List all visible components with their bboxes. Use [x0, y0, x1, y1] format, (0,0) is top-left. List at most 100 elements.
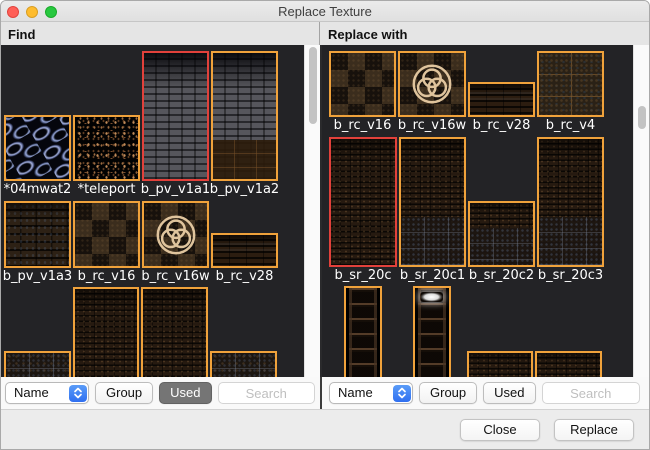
- texture-tile[interactable]: [210, 351, 277, 377]
- replace-controls: Name Group Used: [322, 377, 649, 409]
- texture-label: b_pv_v1a2: [210, 181, 279, 198]
- texture-row: [322, 286, 633, 377]
- texture-cell: *teleport: [73, 115, 140, 198]
- texture-label: b_sr_20c2: [469, 267, 534, 284]
- find-header: Find: [8, 27, 35, 42]
- texture-label: *teleport: [78, 181, 136, 198]
- texture-cell: b_rc_v4: [537, 51, 604, 134]
- texture-cell: [329, 286, 396, 377]
- chevron-up-down-icon: [69, 385, 87, 402]
- texture-label: b_rc_v16w: [398, 117, 466, 134]
- dialog-footer: Close Replace: [1, 409, 649, 449]
- texture-tile-b_sr_20c[interactable]: [329, 137, 397, 267]
- texture-cell: [535, 351, 602, 377]
- texture-tile[interactable]: [535, 351, 602, 377]
- texture-label: *04mwat2: [4, 181, 72, 198]
- title-bar[interactable]: Replace Texture: [1, 1, 649, 22]
- texture-tile[interactable]: [73, 287, 139, 377]
- find-grid: *04mwat2 *teleport b_pv_v1a1b_pv_v1a2 b_pv_…: [1, 45, 304, 377]
- texture-label: b_rc_v28: [473, 117, 531, 134]
- texture-row: b_pv_v1a3 b_rc_v16 b_rc_v16w b_rc_v28: [1, 201, 304, 285]
- texture-cell: *04mwat2: [4, 115, 71, 198]
- texture-tile-b_sr_20c2[interactable]: [468, 201, 535, 267]
- texture-tile-b_sr_20c1[interactable]: [399, 137, 466, 267]
- find-search-input[interactable]: [218, 382, 316, 404]
- texture-label: b_sr_20c1: [400, 267, 465, 284]
- replace-button[interactable]: Replace: [554, 419, 634, 441]
- texture-tile-b_rc_v16w[interactable]: [398, 51, 466, 117]
- find-sort-dropdown[interactable]: Name: [5, 382, 89, 404]
- find-controls: Name Group Used: [1, 377, 320, 409]
- texture-cell: b_rc_v28: [468, 82, 535, 134]
- texture-cell: b_rc_v16: [329, 51, 396, 134]
- panel-headers: Find Replace with: [1, 22, 649, 45]
- texture-row: b_sr_20c b_sr_20c1b_sr_20c2b_sr_20c3: [322, 137, 633, 284]
- texture-tile-b_pv_v1a1[interactable]: [142, 51, 209, 181]
- texture-tile-b_rc_v16w[interactable]: [142, 201, 209, 268]
- find-group-toggle[interactable]: Group: [95, 382, 153, 404]
- texture-cell: [73, 287, 139, 377]
- replace-grid: b_rc_v16 b_rc_v16w b_rc_v28 b_rc_v4 b_sr_20c…: [322, 45, 633, 377]
- texture-cell: [141, 287, 208, 377]
- texture-label: b_rc_v28: [216, 268, 274, 285]
- texture-tile-04mwat2[interactable]: [4, 115, 71, 181]
- find-scrollbar-thumb[interactable]: [309, 47, 317, 124]
- replace-group-toggle[interactable]: Group: [419, 382, 477, 404]
- texture-tile[interactable]: [344, 286, 382, 377]
- texture-tile[interactable]: [467, 351, 533, 377]
- texture-tile-b_rc_v4[interactable]: [537, 51, 604, 117]
- texture-label: b_sr_20c: [334, 267, 391, 284]
- replace-header: Replace with: [328, 27, 407, 42]
- texture-cell: b_pv_v1a1: [142, 51, 209, 198]
- replace-used-toggle[interactable]: Used: [483, 382, 535, 404]
- texture-tile[interactable]: [141, 287, 208, 377]
- main-area: *04mwat2 *teleport b_pv_v1a1b_pv_v1a2 b_pv_…: [1, 45, 649, 377]
- replace-scrollbar-thumb[interactable]: [638, 106, 646, 129]
- replace-sort-value: Name: [338, 385, 373, 400]
- texture-tile-b_sr_20c3[interactable]: [537, 137, 604, 267]
- texture-cell: b_sr_20c: [329, 137, 397, 284]
- texture-cell: b_sr_20c3: [537, 137, 604, 284]
- texture-label: b_pv_v1a1: [141, 181, 210, 198]
- replace-texture-dialog: Replace Texture Find Replace with *04mwa…: [0, 0, 650, 450]
- texture-cell: [398, 286, 465, 377]
- texture-label: b_rc_v16: [334, 117, 392, 134]
- texture-cell: b_pv_v1a2: [211, 51, 278, 198]
- chevron-up-down-icon: [393, 385, 411, 402]
- replace-search-input[interactable]: [542, 382, 641, 404]
- texture-tile[interactable]: [4, 351, 71, 377]
- filter-controls: Name Group Used Name Group Used: [1, 377, 649, 409]
- texture-tile[interactable]: [413, 286, 451, 377]
- header-divider: [319, 22, 320, 45]
- replace-scrollbar[interactable]: [633, 45, 649, 377]
- texture-row: [1, 287, 304, 377]
- replace-panel: b_rc_v16 b_rc_v16w b_rc_v28 b_rc_v4 b_sr_20c…: [322, 45, 649, 377]
- texture-label: b_sr_20c3: [538, 267, 603, 284]
- texture-tile-b_pv_v1a2[interactable]: [211, 51, 278, 181]
- texture-cell: b_rc_v16w: [142, 201, 209, 285]
- texture-cell: [467, 351, 533, 377]
- texture-label: b_rc_v16: [78, 268, 136, 285]
- texture-cell: b_rc_v16w: [398, 51, 466, 134]
- find-sort-value: Name: [14, 385, 49, 400]
- texture-label: b_rc_v16w: [141, 268, 209, 285]
- texture-tile-b_rc_v28[interactable]: [211, 233, 278, 268]
- texture-tile-b_rc_v28[interactable]: [468, 82, 535, 117]
- texture-row: b_rc_v16 b_rc_v16w b_rc_v28 b_rc_v4: [322, 51, 633, 134]
- find-scrollbar[interactable]: [304, 45, 320, 377]
- texture-tile-teleport[interactable]: [73, 115, 140, 181]
- texture-tile-b_pv_v1a3[interactable]: [4, 201, 71, 268]
- texture-row: *04mwat2 *teleport b_pv_v1a1b_pv_v1a2: [1, 51, 304, 198]
- texture-cell: [4, 351, 71, 377]
- texture-cell: b_rc_v28: [211, 233, 278, 285]
- texture-cell: b_pv_v1a3: [4, 201, 71, 285]
- texture-label: b_rc_v4: [546, 117, 595, 134]
- texture-cell: b_rc_v16: [73, 201, 140, 285]
- texture-tile-b_rc_v16[interactable]: [73, 201, 140, 268]
- texture-cell: b_sr_20c1: [399, 137, 466, 284]
- find-used-toggle[interactable]: Used: [159, 382, 211, 404]
- texture-cell: [210, 351, 277, 377]
- texture-tile-b_rc_v16[interactable]: [329, 51, 396, 117]
- close-button[interactable]: Close: [460, 419, 540, 441]
- replace-sort-dropdown[interactable]: Name: [329, 382, 413, 404]
